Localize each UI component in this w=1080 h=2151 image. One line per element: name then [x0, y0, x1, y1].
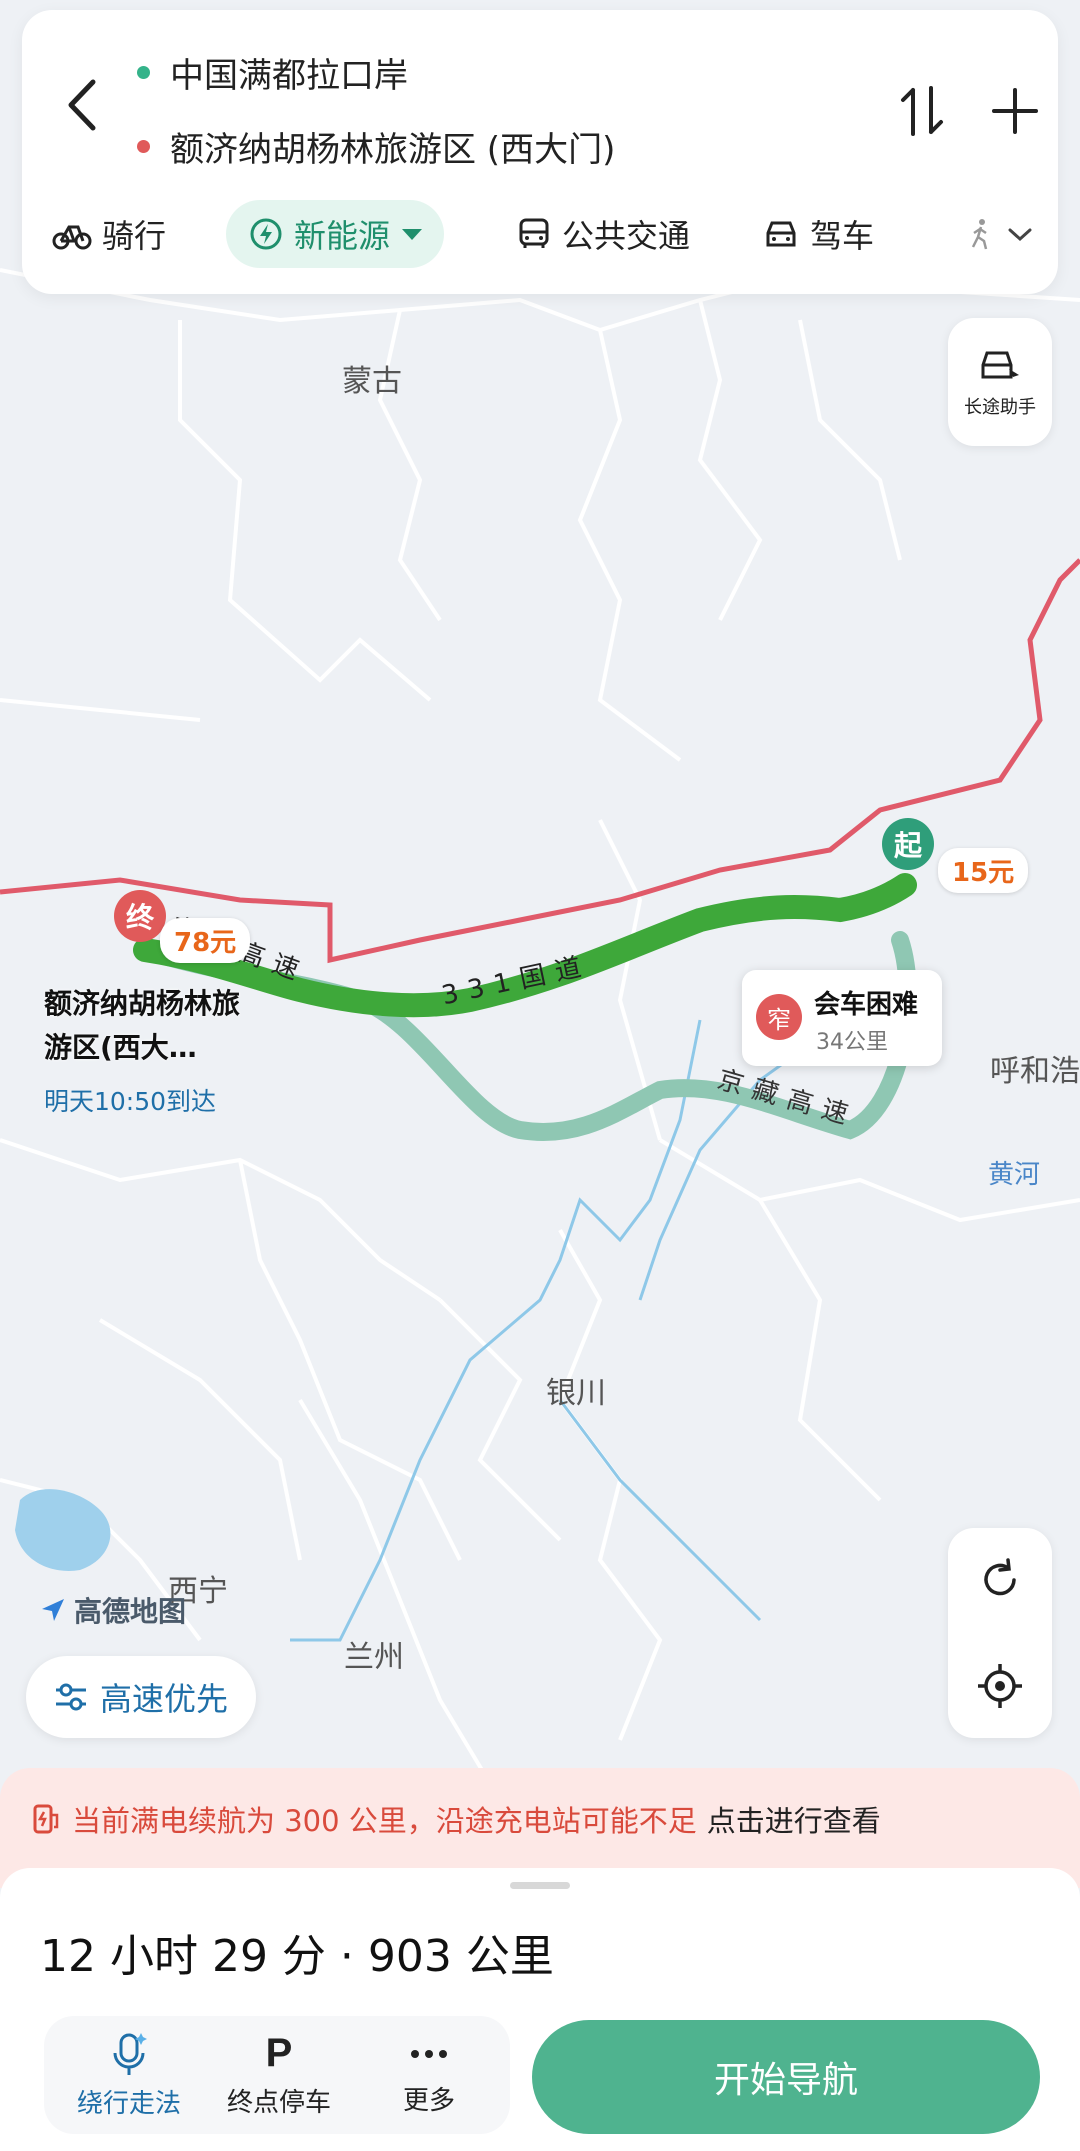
refresh-button[interactable]	[970, 1550, 1030, 1610]
start-navigation-button[interactable]: 开始导航	[532, 2020, 1040, 2134]
detour-button[interactable]: 绕行走法	[54, 2016, 204, 2134]
ev-charge-icon	[250, 218, 282, 250]
more-button[interactable]: 更多	[354, 2016, 504, 2134]
route-header-card: 中国满都拉口岸 额济纳胡杨林旅游区 (西大门) 骑行 新能源 公共交通 驾车	[22, 10, 1058, 294]
more-label: 更多	[402, 2085, 455, 2116]
start-location-text: 中国满都拉口岸	[170, 56, 408, 96]
range-warning-text: 当前满电续航为 300 公里，沿途充电站可能不足	[72, 1804, 697, 1838]
tab-more-modes[interactable]	[966, 200, 1044, 268]
settings-sliders-icon	[55, 1683, 86, 1711]
tab-driving[interactable]: 驾车	[762, 200, 874, 268]
tab-new-energy-label: 新能源	[294, 217, 391, 255]
callout-distance: 34公里	[816, 1030, 888, 1055]
car-icon	[766, 221, 796, 247]
route-summary-sheet: 12 小时 29 分 · 903 公里 绕行走法 P 终点停车 更多 开始导航	[0, 1868, 1080, 2151]
callout-title: 会车困难	[814, 990, 919, 1020]
amap-logo: 高德地图	[38, 1590, 186, 1630]
chevron-left-icon	[68, 79, 96, 131]
label-lanzhou: 兰州	[344, 1640, 404, 1675]
amap-arrow-icon	[42, 1599, 64, 1621]
highway-preference-label: 高速优先	[99, 1680, 228, 1718]
swap-icon	[901, 86, 943, 136]
end-location-text: 额济纳胡杨林旅游区 (西大门)	[170, 130, 616, 170]
detour-label: 绕行走法	[76, 2088, 181, 2119]
long-trip-assistant-label: 长途助手	[964, 397, 1036, 418]
plus-icon	[992, 88, 1038, 134]
map-controls	[948, 1528, 1052, 1738]
car-assistant-icon	[981, 351, 1019, 379]
tab-driving-label: 驾车	[810, 217, 875, 255]
chevron-down-icon	[402, 228, 423, 240]
sheet-grabber[interactable]	[510, 1882, 570, 1889]
tab-public-transit[interactable]: 公共交通	[516, 200, 690, 268]
tab-cycling[interactable]: 骑行	[52, 200, 166, 268]
locate-button[interactable]	[970, 1656, 1030, 1716]
parking-icon: P	[265, 2031, 293, 2075]
charging-station-icon	[33, 1804, 59, 1834]
eta-label: 明天10:50到达	[44, 1087, 217, 1116]
label-mongolia: 蒙古	[342, 364, 402, 399]
route-summary: 12 小时 29 分 · 903 公里	[40, 1931, 554, 1982]
swap-button[interactable]	[892, 76, 952, 146]
tab-cycling-label: 骑行	[102, 217, 167, 255]
route-actions: 绕行走法 P 终点停车 更多	[44, 2016, 510, 2134]
label-yellow-river: 黄河	[988, 1160, 1041, 1190]
start-pin[interactable]: 起	[882, 818, 934, 870]
travel-mode-tabs: 骑行 新能源 公共交通 驾车	[22, 200, 1058, 280]
bus-icon	[519, 218, 549, 248]
start-dot-icon	[137, 66, 150, 79]
long-trip-assistant-button[interactable]: 长途助手	[948, 318, 1052, 446]
bicycle-icon	[52, 225, 92, 250]
more-icon	[411, 2049, 447, 2058]
end-cost-tag: 78元	[160, 918, 251, 963]
end-location-field[interactable]: 额济纳胡杨林旅游区 (西大门)	[137, 122, 615, 171]
destination-parking-label: 终点停车	[226, 2088, 331, 2118]
locate-icon	[978, 1664, 1022, 1708]
end-dot-icon	[137, 140, 150, 153]
tab-public-transit-label: 公共交通	[562, 217, 691, 255]
highway-preference-button[interactable]: 高速优先	[26, 1656, 256, 1738]
walking-icon	[971, 219, 988, 250]
label-yinchuan: 银川	[546, 1376, 606, 1411]
amap-logo-text: 高德地图	[74, 1595, 187, 1628]
refresh-icon	[984, 1558, 1016, 1596]
destination-parking-button[interactable]: P 终点停车	[204, 2016, 354, 2134]
range-warning-link[interactable]: 点击进行查看	[707, 1798, 881, 1840]
end-pin[interactable]: 终	[114, 890, 166, 942]
tab-new-energy[interactable]: 新能源	[226, 200, 445, 268]
start-location-field[interactable]: 中国满都拉口岸	[137, 48, 408, 97]
road-warning-callout[interactable]: 窄 会车困难 34公里	[742, 970, 942, 1066]
start-cost-tag: 15元	[938, 848, 1029, 893]
add-waypoint-button[interactable]	[982, 76, 1048, 146]
mic-icon	[113, 2032, 147, 2075]
label-hohhot: 呼和浩	[990, 1054, 1080, 1089]
back-button[interactable]	[52, 60, 112, 150]
narrow-road-icon: 窄	[756, 994, 802, 1040]
chevron-down-icon	[1008, 228, 1032, 242]
destination-label: 额济纳胡杨林旅游区(西大…	[44, 987, 241, 1064]
range-warning-content: 当前满电续航为 300 公里，沿途充电站可能不足 点击进行查看	[32, 1798, 881, 1840]
